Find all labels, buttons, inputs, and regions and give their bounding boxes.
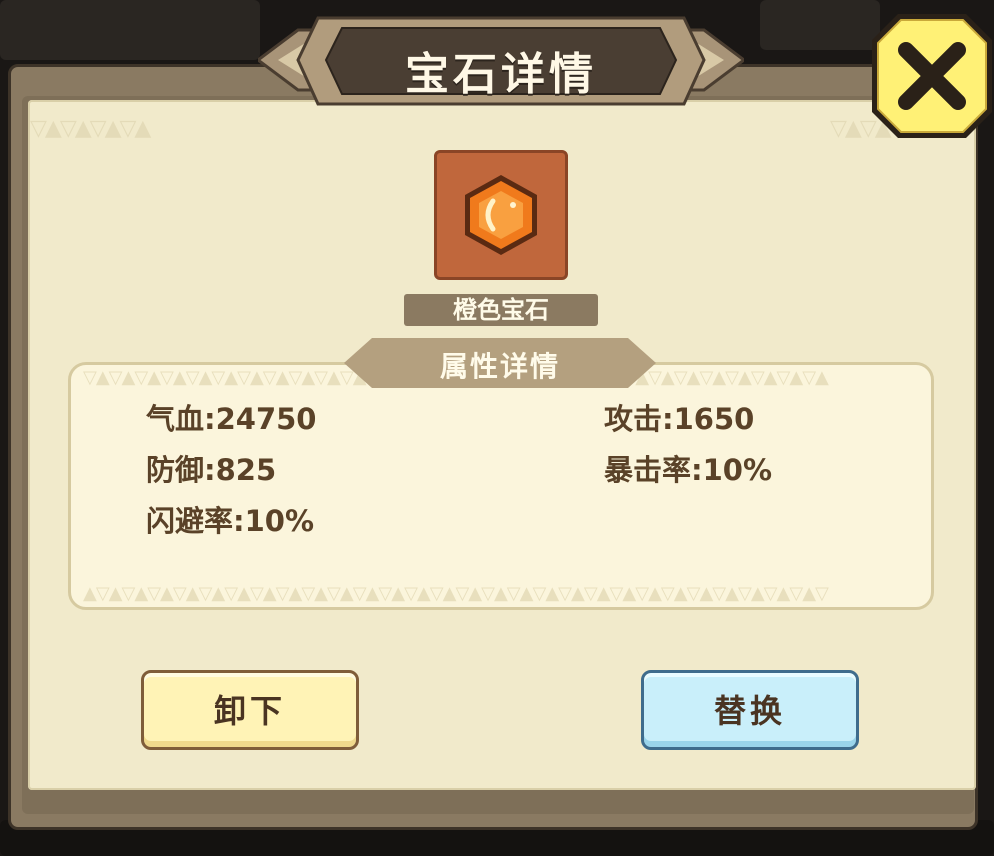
attribute-header-label: 属性详情 <box>439 350 560 383</box>
gem-icon-tile <box>434 150 568 280</box>
orange-hexagon-gem-icon <box>465 175 537 255</box>
gem-name: 橙色宝石 <box>404 294 598 326</box>
stat-defense: 防御:825 <box>146 453 277 487</box>
replace-button[interactable]: 替换 <box>641 670 859 750</box>
unequip-button[interactable]: 卸下 <box>141 670 359 750</box>
stat-attack: 攻击:1650 <box>604 402 755 436</box>
dialog-title: 宝石详情 <box>405 49 597 100</box>
attribute-header: 属性详情 <box>344 338 656 388</box>
stat-crit-rate: 暴击率:10% <box>604 453 773 487</box>
close-icon <box>872 14 992 138</box>
stat-hp: 气血:24750 <box>146 402 317 436</box>
attribute-panel-decoration-bottom: ▲▽▲▽▲▽▲▽▲▽▲▽▲▽▲▽▲▽▲▽▲▽▲▽▲▽▲▽▲▽▲▽▲▽▲▽▲▽▲▽… <box>83 583 829 603</box>
stat-dodge-rate: 闪避率:10% <box>146 504 315 538</box>
title-banner: 宝石详情 <box>255 8 747 112</box>
close-button[interactable] <box>870 12 994 142</box>
paper-decoration-left: ▽▲▽▲▽▲▽▲ <box>30 116 151 140</box>
